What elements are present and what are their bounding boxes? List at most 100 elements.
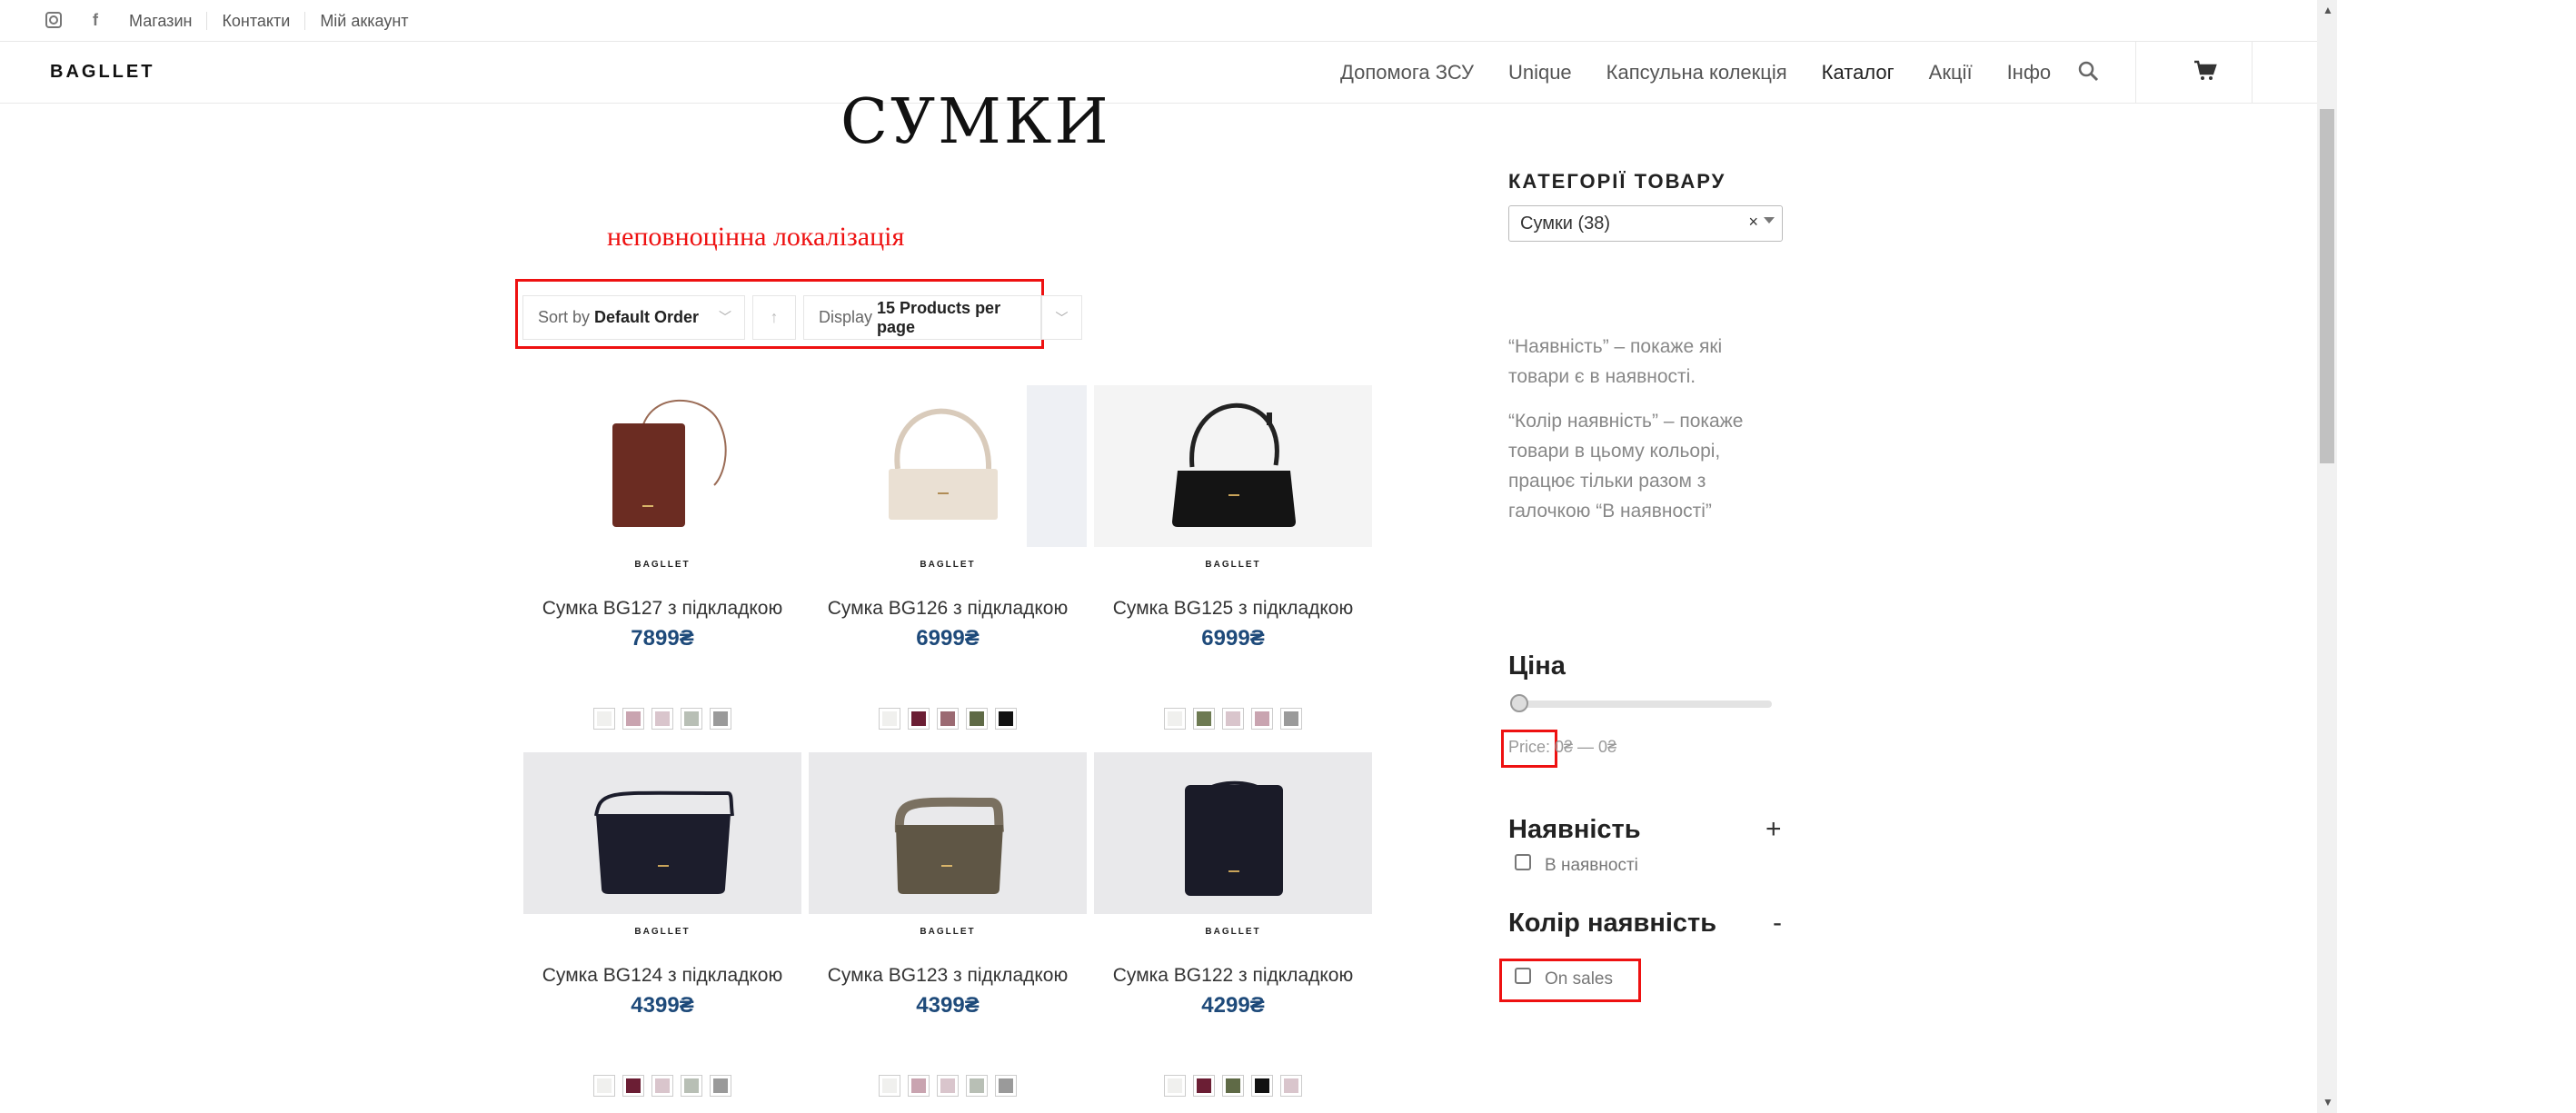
color-swatch[interactable]: [908, 708, 930, 730]
nav-item-catalog[interactable]: Каталог: [1822, 61, 1895, 84]
site-logo[interactable]: BAGLLET: [50, 62, 154, 83]
product-price: 6999₴: [916, 626, 980, 651]
header-divider: [2135, 42, 2136, 103]
color-swatch[interactable]: [937, 1075, 959, 1097]
color-swatch[interactable]: [879, 1075, 900, 1097]
display-prefix: Display: [819, 308, 873, 326]
on-sales-checkbox[interactable]: [1515, 968, 1531, 984]
color-swatch[interactable]: [995, 1075, 1017, 1097]
color-swatch[interactable]: [1193, 708, 1215, 730]
search-icon[interactable]: [2077, 60, 2101, 84]
color-swatch[interactable]: [879, 708, 900, 730]
color-swatches: [1094, 708, 1372, 730]
sort-direction-button[interactable]: ↑: [752, 295, 796, 340]
caret-down-icon: [1764, 217, 1775, 224]
color-swatch[interactable]: [1222, 1075, 1244, 1097]
per-page-dropdown-button[interactable]: ﹀: [1041, 295, 1082, 340]
page-scrollbar[interactable]: ▲ ▼: [2317, 0, 2337, 1113]
color-swatch[interactable]: [1251, 708, 1273, 730]
scroll-up-arrow-icon[interactable]: ▲: [2322, 4, 2333, 16]
color-swatch[interactable]: [651, 1075, 673, 1097]
price-range-value: 0₴ — 0₴: [1555, 738, 1617, 756]
price-slider-handle[interactable]: [1510, 694, 1528, 712]
color-swatch[interactable]: [1222, 708, 1244, 730]
top-link-shop[interactable]: Магазин: [118, 12, 206, 30]
clear-icon[interactable]: ×: [1748, 213, 1758, 232]
product-name[interactable]: Сумка BG122 з підкладкою: [1094, 965, 1372, 987]
nav-item-unique[interactable]: Unique: [1508, 61, 1572, 84]
color-swatch[interactable]: [710, 1075, 731, 1097]
color-swatch[interactable]: [681, 708, 702, 730]
color-swatch[interactable]: [937, 708, 959, 730]
scroll-down-arrow-icon[interactable]: ▼: [2322, 1096, 2333, 1108]
color-swatch[interactable]: [651, 708, 673, 730]
color-swatch[interactable]: [1280, 708, 1302, 730]
nav-item-info[interactable]: Інфо: [2007, 61, 2052, 84]
sort-select[interactable]: Sort by Default Order ﹀: [522, 295, 745, 340]
color-swatch[interactable]: [622, 1075, 644, 1097]
color-swatch[interactable]: [593, 1075, 615, 1097]
product-name[interactable]: Сумка BG125 з підкладкою: [1094, 598, 1372, 620]
arrow-up-icon: ↑: [770, 308, 779, 326]
per-page-select[interactable]: Display 15 Products per page: [803, 295, 1041, 340]
color-availability-toggle[interactable]: -: [1773, 908, 1782, 939]
product-name[interactable]: Сумка BG127 з підкладкою: [523, 598, 801, 620]
price-heading: Ціна: [1508, 651, 1566, 681]
info-availability: “Наявність” – покаже які товари є в наяв…: [1508, 336, 1723, 387]
nav-item-capsule[interactable]: Капсульна колекція: [1606, 61, 1787, 84]
on-sales-label[interactable]: On sales: [1545, 969, 1613, 989]
sort-value: Default Order: [594, 308, 700, 326]
product-image[interactable]: [809, 385, 1087, 547]
color-swatch[interactable]: [995, 708, 1017, 730]
color-swatch[interactable]: [681, 1075, 702, 1097]
brand-caption: BAGLLET: [920, 927, 976, 937]
color-swatch[interactable]: [1251, 1075, 1273, 1097]
top-link-account[interactable]: Мій аккаунт: [304, 11, 423, 30]
availability-heading: Наявність: [1508, 815, 1641, 844]
product-price: 4299₴: [1201, 993, 1265, 1018]
display-value: 15 Products per page: [877, 298, 1001, 336]
header-divider: [2252, 42, 2253, 103]
brand-caption: BAGLLET: [634, 927, 691, 937]
color-swatches: [523, 708, 801, 730]
product-name[interactable]: Сумка BG124 з підкладкою: [523, 965, 801, 987]
color-swatch[interactable]: [1164, 708, 1186, 730]
color-swatch[interactable]: [908, 1075, 930, 1097]
facebook-icon[interactable]: f: [84, 8, 107, 32]
product-image[interactable]: [1094, 752, 1372, 914]
nav-item-help[interactable]: Допомога ЗСУ: [1340, 61, 1474, 84]
availability-option-label[interactable]: В наявності: [1545, 856, 1638, 876]
color-swatch[interactable]: [1193, 1075, 1215, 1097]
cart-icon[interactable]: [2193, 60, 2217, 84]
product-image[interactable]: [523, 752, 801, 914]
color-swatch[interactable]: [710, 708, 731, 730]
product-image[interactable]: [809, 752, 1087, 914]
price-slider[interactable]: [1519, 701, 1772, 708]
availability-checkbox[interactable]: [1515, 854, 1531, 870]
color-swatch[interactable]: [966, 708, 988, 730]
color-swatch[interactable]: [593, 708, 615, 730]
product-image[interactable]: [523, 385, 801, 547]
product-name[interactable]: Сумка BG126 з підкладкою: [809, 598, 1087, 620]
color-swatch[interactable]: [966, 1075, 988, 1097]
color-swatch[interactable]: [1164, 1075, 1186, 1097]
product-name[interactable]: Сумка BG123 з підкладкою: [809, 965, 1087, 987]
top-bar: f Магазин Контакти Мій аккаунт: [0, 0, 2317, 42]
top-links: Магазин Контакти Мій аккаунт: [118, 0, 423, 41]
product-price: 4399₴: [916, 993, 980, 1018]
product-price: 4399₴: [631, 993, 694, 1018]
top-link-contacts[interactable]: Контакти: [206, 11, 304, 30]
color-swatches: [1094, 1075, 1372, 1097]
chevron-down-icon: ﹀: [719, 310, 731, 324]
annotation-text: неповноцінна локалізація: [607, 222, 905, 252]
category-select[interactable]: Сумки (38) ×: [1508, 205, 1783, 242]
color-swatch[interactable]: [1280, 1075, 1302, 1097]
sort-prefix: Sort by: [538, 308, 591, 326]
scroll-thumb[interactable]: [2320, 109, 2334, 463]
nav-item-sales[interactable]: Акції: [1929, 61, 1973, 84]
availability-toggle[interactable]: +: [1765, 814, 1782, 845]
instagram-icon[interactable]: [42, 8, 65, 32]
color-swatch[interactable]: [622, 708, 644, 730]
product-image[interactable]: [1094, 385, 1372, 547]
product-price: 7899₴: [631, 626, 694, 651]
